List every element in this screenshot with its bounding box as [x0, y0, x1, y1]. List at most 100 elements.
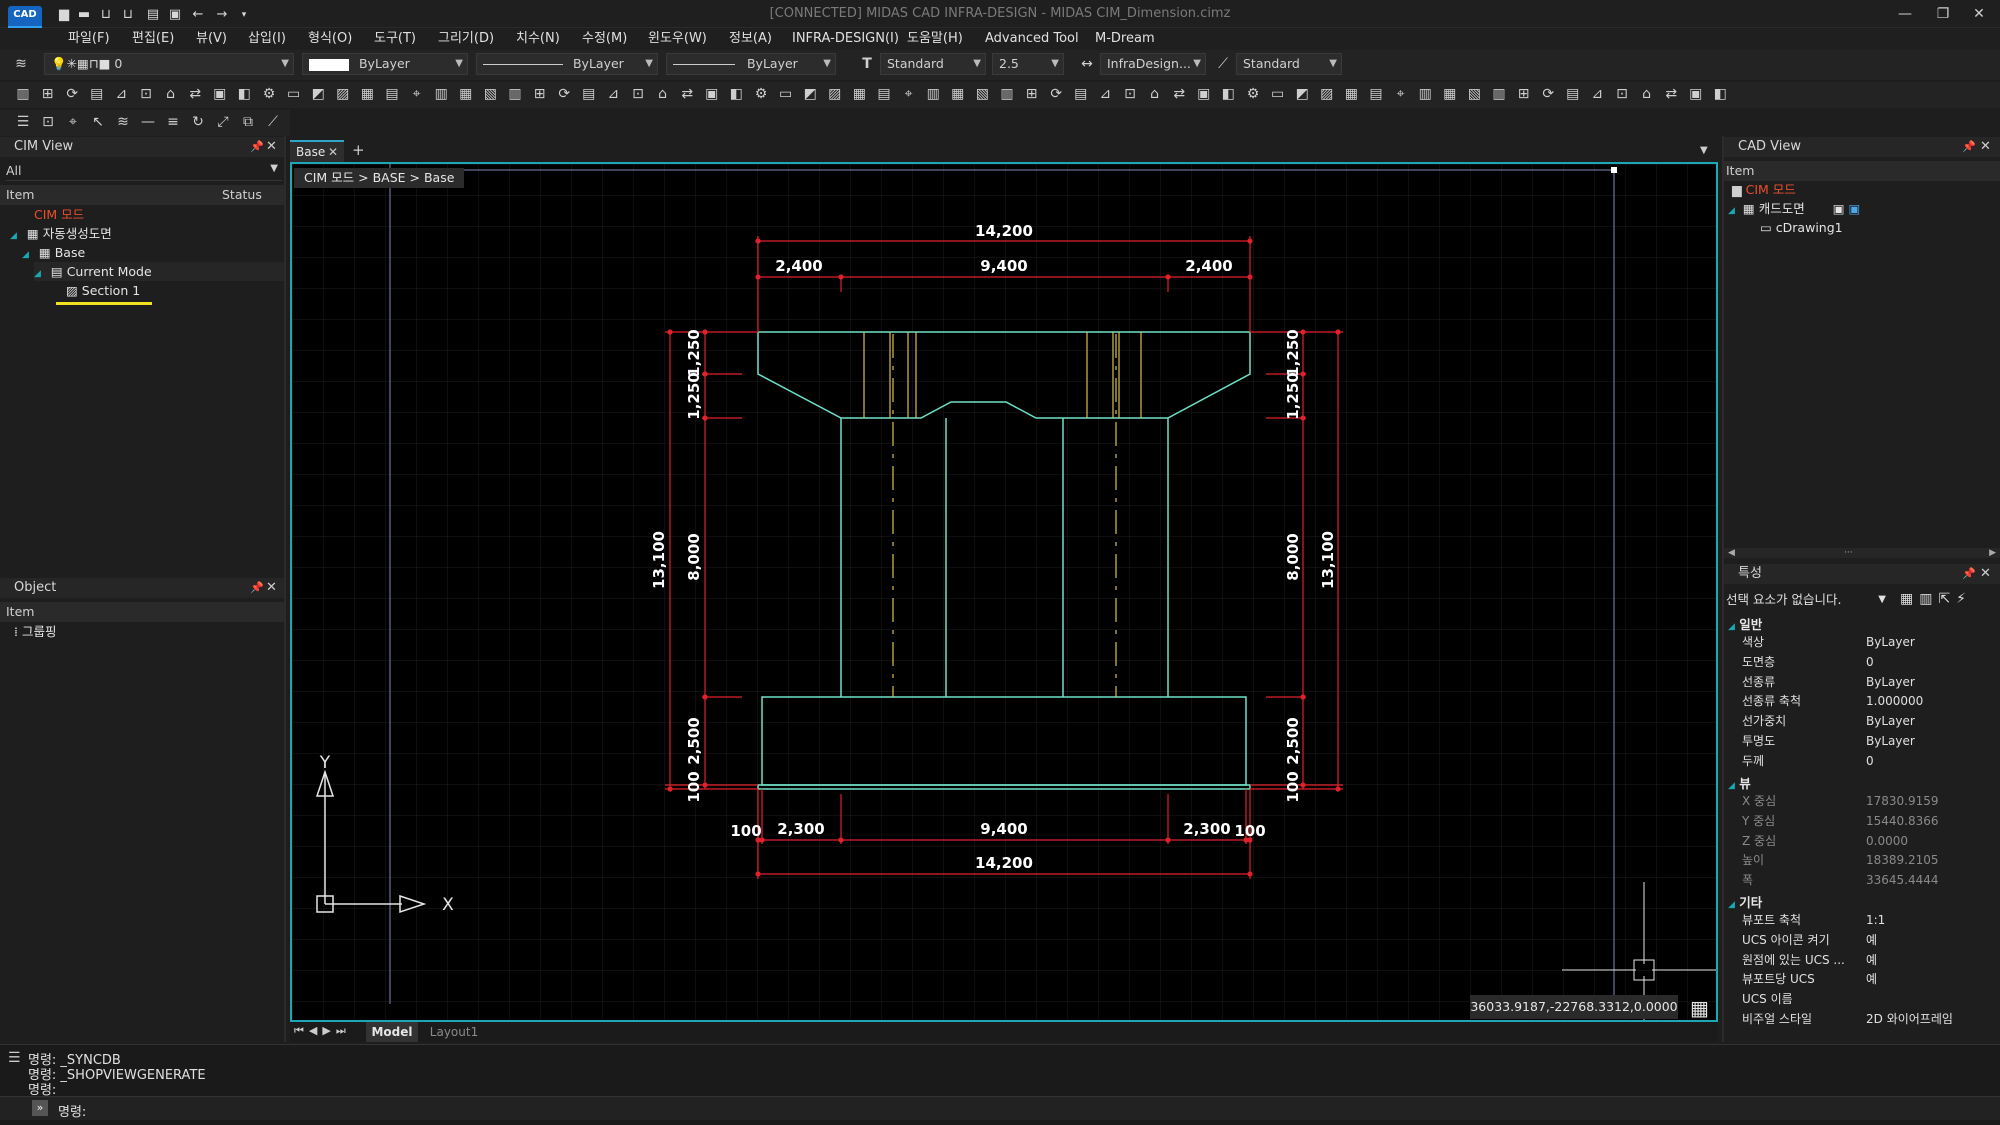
table-style-icon[interactable]: ⟋	[1214, 55, 1232, 73]
tab-layout1[interactable]: Layout1	[424, 1022, 484, 1042]
property-row[interactable]: 투명도 ByLayer	[1742, 731, 1992, 751]
tree-item-cim-mode[interactable]: CIM 모드	[34, 205, 84, 224]
tool-icon[interactable]: ▨	[826, 85, 844, 103]
tool-icon[interactable]: ▦	[457, 85, 475, 103]
layout-nav-icons[interactable]: ⏮◀▶⏭	[294, 1024, 351, 1038]
tool-icon[interactable]: ▦	[358, 85, 376, 103]
tool-icon[interactable]: ▨	[334, 85, 352, 103]
property-row[interactable]: 색상 ByLayer	[1742, 632, 1992, 652]
tool-icon[interactable]: ▣	[703, 85, 721, 103]
tool-icon[interactable]: ▤	[1367, 85, 1385, 103]
object-item-grouping[interactable]: ⁞ 그룹핑	[14, 622, 56, 641]
tool-icon[interactable]: ⌂	[162, 85, 180, 103]
tool-icon[interactable]: ⇄	[1170, 85, 1188, 103]
drawing-canvas[interactable]: 14,200 2,400 9,400 2,400 13,100 1,250 1,…	[292, 164, 1716, 1020]
tool-icon[interactable]: ⊡	[1613, 85, 1631, 103]
tool-icon[interactable]: ⊞	[1023, 85, 1041, 103]
property-row[interactable]: 선가중치 ByLayer	[1742, 711, 1992, 731]
cad-tree-cim-mode[interactable]: ▆ CIM 모드	[1732, 180, 1796, 199]
property-row[interactable]: 뷰포트 축척 1:1	[1742, 910, 1992, 930]
pin-icon[interactable]: 📌	[1962, 140, 1976, 153]
property-row[interactable]: 도면층 0	[1742, 652, 1992, 672]
property-row[interactable]: 선종류 축척 1.000000	[1742, 691, 1992, 711]
tool-icon[interactable]: ⊡	[1121, 85, 1139, 103]
tool-icon[interactable]: ≋	[114, 113, 132, 131]
tool-icon[interactable]: ⊡	[629, 85, 647, 103]
tool-icon[interactable]: ⊿	[112, 85, 130, 103]
tool-icon[interactable]: ⇄	[678, 85, 696, 103]
tool-icon[interactable]: ▥	[14, 85, 32, 103]
pin-icon[interactable]: 📌	[250, 581, 264, 594]
text-height-combo[interactable]: 2.5 ▼	[992, 53, 1064, 75]
selection-select[interactable]: 선택 요소가 없습니다. ▼	[1726, 590, 1886, 610]
close-icon[interactable]: ✕	[266, 139, 277, 154]
tool-icon[interactable]: —	[139, 113, 157, 131]
tool-icon[interactable]: ⚙	[752, 85, 770, 103]
property-row[interactable]: UCS 아이콘 켜기 예	[1742, 930, 1992, 950]
tool-icon[interactable]: ⊿	[1096, 85, 1114, 103]
tool-icon[interactable]: ▥	[506, 85, 524, 103]
tree-item-auto-drawings[interactable]: ◢ ▦ 자동생성도면	[10, 224, 112, 243]
tool-icon[interactable]: ⟳	[63, 85, 81, 103]
tool-icon[interactable]: ⇄	[1662, 85, 1680, 103]
close-icon[interactable]: ✕	[266, 580, 277, 595]
tool-icon[interactable]: ▦	[1342, 85, 1360, 103]
tool-icon[interactable]: ▦	[1441, 85, 1459, 103]
tool-icon[interactable]: ◩	[309, 85, 327, 103]
tool-icon[interactable]: ↻	[189, 113, 207, 131]
add-tab-icon[interactable]: +	[352, 141, 365, 159]
lineweight-combo[interactable]: ByLayer ▼	[666, 53, 836, 75]
tool-icon[interactable]: ⊞	[531, 85, 549, 103]
tool-icon[interactable]: ⚙	[260, 85, 278, 103]
tool-icon[interactable]: ▭	[285, 85, 303, 103]
pin-icon[interactable]: 📌	[1962, 567, 1976, 580]
property-row[interactable]: 원점에 있는 UCS ... 예	[1742, 950, 1992, 970]
tool-icon[interactable]: ⟳	[1047, 85, 1065, 103]
tool-icon[interactable]: ◧	[1711, 85, 1729, 103]
menu-item[interactable]: 편집(E)	[132, 28, 174, 50]
tree-item-base[interactable]: ◢ ▦ Base	[22, 243, 85, 262]
tool-icon[interactable]: ↖	[89, 113, 107, 131]
tool-icon[interactable]: ⌖	[900, 85, 918, 103]
linetype-combo[interactable]: ByLayer ▼	[476, 53, 658, 75]
category-misc[interactable]: ◢ 기타	[1728, 892, 1762, 911]
property-row[interactable]: UCS 이름	[1742, 989, 1992, 1009]
tool-icon[interactable]: ▤	[1564, 85, 1582, 103]
tool-icon[interactable]: ▤	[580, 85, 598, 103]
menu-item[interactable]: 수정(M)	[582, 28, 627, 50]
tool-icon[interactable]: ▤	[383, 85, 401, 103]
tool-icon[interactable]: ▧	[1465, 85, 1483, 103]
close-icon[interactable]: ✕	[1980, 139, 1991, 154]
layer-combo[interactable]: 💡✳▦⊓■ 0 ▼	[44, 53, 294, 75]
tool-icon[interactable]: ⊡	[137, 85, 155, 103]
tool-icon[interactable]: ⇄	[186, 85, 204, 103]
cad-view-scrollbar[interactable]: ◀ ··· ▶	[1724, 548, 2000, 558]
tool-icon[interactable]: ◧	[1219, 85, 1237, 103]
property-row[interactable]: 선종류 ByLayer	[1742, 672, 1992, 692]
menu-item[interactable]: 도구(T)	[374, 28, 416, 50]
layer-manager-icon[interactable]: ≋	[12, 55, 30, 73]
tool-icon[interactable]: ⌖	[64, 113, 82, 131]
tool-icon[interactable]: ▤	[875, 85, 893, 103]
tool-icon[interactable]: ☰	[14, 113, 32, 131]
tool-icon[interactable]: ⧉	[239, 113, 257, 131]
tool-icon[interactable]: ▣	[211, 85, 229, 103]
menu-item[interactable]: M-Dream	[1095, 28, 1155, 50]
cim-filter-select[interactable]: All ▼	[6, 163, 282, 181]
tool-icon[interactable]: ⊿	[1588, 85, 1606, 103]
tool-icon[interactable]: ▭	[1269, 85, 1287, 103]
menu-item[interactable]: 윈도우(W)	[648, 28, 707, 50]
property-row[interactable]: 폭 33645.4444	[1742, 870, 1992, 890]
command-input-bar[interactable]	[0, 1096, 2000, 1120]
tree-item-section-1[interactable]: ▨ Section 1	[66, 281, 140, 300]
category-view[interactable]: ◢ 뷰	[1728, 773, 1751, 792]
menu-item[interactable]: 형식(O)	[308, 28, 352, 50]
tool-icon[interactable]: ▦	[949, 85, 967, 103]
expand-icon[interactable]: ◢	[34, 269, 41, 279]
color-combo[interactable]: ByLayer ▼	[302, 53, 468, 75]
select-tools-icons[interactable]: ▦▥⇱⚡	[1900, 591, 1972, 607]
drawing-viewport[interactable]: 14,200 2,400 9,400 2,400 13,100 1,250 1,…	[290, 162, 1718, 1022]
minimize-button[interactable]: —	[1890, 4, 1920, 24]
tool-icon[interactable]: ▥	[924, 85, 942, 103]
tool-icon[interactable]: ◩	[801, 85, 819, 103]
